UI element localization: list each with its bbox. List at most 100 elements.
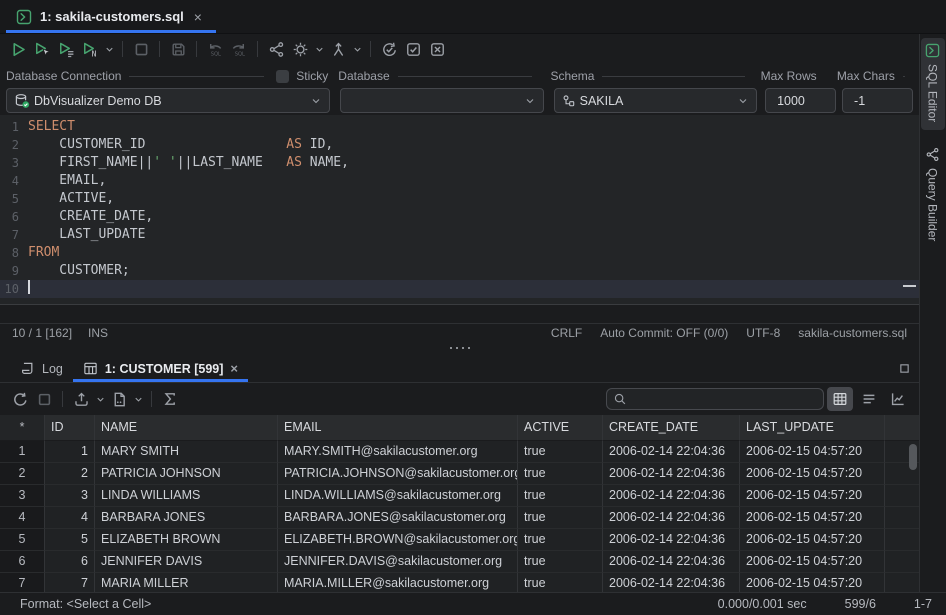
column-header-id[interactable]: ID (45, 415, 95, 441)
tab-result-customer[interactable]: 1: CUSTOMER [599] × (73, 355, 248, 382)
active-cell[interactable]: true (518, 551, 603, 573)
editor-line[interactable]: 8FROM (0, 244, 919, 262)
stop-result-button[interactable] (32, 387, 56, 411)
last-update-cell[interactable]: 2006-02-15 04:57:20 (740, 463, 885, 485)
database-connection-select[interactable]: DbVisualizer Demo DB (6, 88, 330, 113)
column-header-name[interactable]: NAME (95, 415, 278, 441)
corner-header-cell[interactable]: * (0, 415, 45, 441)
active-cell[interactable]: true (518, 573, 603, 592)
filler-cell[interactable] (885, 573, 919, 592)
email-cell[interactable]: MARY.SMITH@sakilacustomer.org (278, 441, 518, 463)
sql-editor[interactable]: 1SELECT2 CUSTOMER_ID AS ID,3 FIRST_NAME|… (0, 115, 919, 305)
close-result-tab-icon[interactable]: × (230, 361, 238, 376)
line-ending[interactable]: CRLF (551, 326, 582, 340)
result-search-box[interactable] (606, 388, 824, 410)
row-number-cell[interactable]: 2 (0, 463, 45, 485)
row-number-cell[interactable]: 3 (0, 485, 45, 507)
tab-log[interactable]: Log (10, 355, 73, 382)
column-header-active[interactable]: ACTIVE (518, 415, 603, 441)
reload-button[interactable] (8, 387, 32, 411)
commit-refresh-button[interactable] (377, 37, 401, 61)
editor-line[interactable]: 5 ACTIVE, (0, 190, 919, 208)
editor-line[interactable]: 3 FIRST_NAME||' '||LAST_NAME AS NAME, (0, 154, 919, 172)
filler-cell[interactable] (885, 529, 919, 551)
table-row[interactable]: 33LINDA WILLIAMSLINDA.WILLIAMS@sakilacus… (0, 485, 919, 507)
filler-cell[interactable] (885, 485, 919, 507)
column-header-email[interactable]: EMAIL (278, 415, 518, 441)
id-cell[interactable]: 4 (45, 507, 95, 529)
rail-tab-sql-editor[interactable]: SQL Editor (921, 38, 945, 130)
filler-cell[interactable] (885, 507, 919, 529)
name-cell[interactable]: PATRICIA JOHNSON (95, 463, 278, 485)
export-button[interactable] (69, 387, 93, 411)
active-cell[interactable]: true (518, 507, 603, 529)
settings-gear-icon[interactable] (288, 37, 312, 61)
create-date-cell[interactable]: 2006-02-14 22:04:36 (603, 573, 740, 592)
row-number-cell[interactable]: 6 (0, 551, 45, 573)
id-cell[interactable]: 7 (45, 573, 95, 592)
email-cell[interactable]: ELIZABETH.BROWN@sakilacustomer.org (278, 529, 518, 551)
id-cell[interactable]: 6 (45, 551, 95, 573)
table-row[interactable]: 55ELIZABETH BROWNELIZABETH.BROWN@sakilac… (0, 529, 919, 551)
table-row[interactable]: 66JENNIFER DAVISJENNIFER.DAVIS@sakilacus… (0, 551, 919, 573)
close-tab-icon[interactable]: × (192, 9, 204, 25)
active-cell[interactable]: true (518, 529, 603, 551)
id-cell[interactable]: 1 (45, 441, 95, 463)
sum-button[interactable] (158, 387, 182, 411)
last-update-cell[interactable]: 2006-02-15 04:57:20 (740, 551, 885, 573)
name-cell[interactable]: ELIZABETH BROWN (95, 529, 278, 551)
row-number-cell[interactable]: 1 (0, 441, 45, 463)
id-cell[interactable]: 5 (45, 529, 95, 551)
editor-line[interactable]: 7 LAST_UPDATE (0, 226, 919, 244)
email-cell[interactable]: JENNIFER.DAVIS@sakilacustomer.org (278, 551, 518, 573)
email-cell[interactable]: BARBARA.JONES@sakilacustomer.org (278, 507, 518, 529)
name-cell[interactable]: JENNIFER DAVIS (95, 551, 278, 573)
encoding[interactable]: UTF-8 (746, 326, 780, 340)
settings-chevron-icon[interactable] (312, 37, 326, 61)
id-cell[interactable]: 2 (45, 463, 95, 485)
last-update-cell[interactable]: 2006-02-15 04:57:20 (740, 441, 885, 463)
create-date-cell[interactable]: 2006-02-14 22:04:36 (603, 551, 740, 573)
chart-view-button[interactable] (885, 387, 911, 411)
rollback-button[interactable] (425, 37, 449, 61)
export-chevron-icon[interactable] (93, 387, 107, 411)
stop-button[interactable] (129, 37, 153, 61)
id-cell[interactable]: 3 (45, 485, 95, 507)
search-input[interactable] (627, 392, 817, 406)
active-cell[interactable]: true (518, 463, 603, 485)
editor-line[interactable]: 1SELECT (0, 118, 919, 136)
editor-line[interactable]: 6 CREATE_DATE, (0, 208, 919, 226)
row-number-cell[interactable]: 4 (0, 507, 45, 529)
max-chars-input[interactable]: -1 (842, 88, 913, 113)
table-row[interactable]: 22PATRICIA JOHNSONPATRICIA.JOHNSON@sakil… (0, 463, 919, 485)
name-cell[interactable]: LINDA WILLIAMS (95, 485, 278, 507)
table-row[interactable]: 44BARBARA JONESBARBARA.JONES@sakilacusto… (0, 507, 919, 529)
text-view-button[interactable] (856, 387, 882, 411)
rail-tab-query-builder[interactable]: Query Builder (921, 142, 945, 249)
last-update-cell[interactable]: 2006-02-15 04:57:20 (740, 529, 885, 551)
grid-vertical-scrollbar[interactable] (909, 444, 917, 470)
auto-commit-status[interactable]: Auto Commit: OFF (0/0) (600, 326, 728, 340)
column-header-create-date[interactable]: CREATE_DATE (603, 415, 740, 441)
create-date-cell[interactable]: 2006-02-14 22:04:36 (603, 529, 740, 551)
execute-explain-button[interactable]: N (78, 37, 102, 61)
last-update-cell[interactable]: 2006-02-15 04:57:20 (740, 507, 885, 529)
create-date-cell[interactable]: 2006-02-14 22:04:36 (603, 507, 740, 529)
copy-chevron-icon[interactable] (131, 387, 145, 411)
editor-line[interactable]: 2 CUSTOMER_ID AS ID, (0, 136, 919, 154)
create-date-cell[interactable]: 2006-02-14 22:04:36 (603, 441, 740, 463)
max-rows-input[interactable]: 1000 (765, 88, 836, 113)
share-button[interactable] (264, 37, 288, 61)
editor-line[interactable]: 9 CUSTOMER; (0, 262, 919, 280)
column-header-last-update[interactable]: LAST_UPDATE (740, 415, 885, 441)
filler-cell[interactable] (885, 551, 919, 573)
table-row[interactable]: 77MARIA MILLERMARIA.MILLER@sakilacustome… (0, 573, 919, 592)
editor-tab-sakila-customers[interactable]: 1: sakila-customers.sql × (6, 0, 216, 33)
email-cell[interactable]: PATRICIA.JOHNSON@sakilacustomer.org (278, 463, 518, 485)
format-sql-button[interactable] (326, 37, 350, 61)
create-date-cell[interactable]: 2006-02-14 22:04:36 (603, 485, 740, 507)
format-chevron-icon[interactable] (350, 37, 364, 61)
execute-buffer-button[interactable] (54, 37, 78, 61)
next-sql-button[interactable]: SQL (227, 37, 251, 61)
name-cell[interactable]: MARIA MILLER (95, 573, 278, 592)
